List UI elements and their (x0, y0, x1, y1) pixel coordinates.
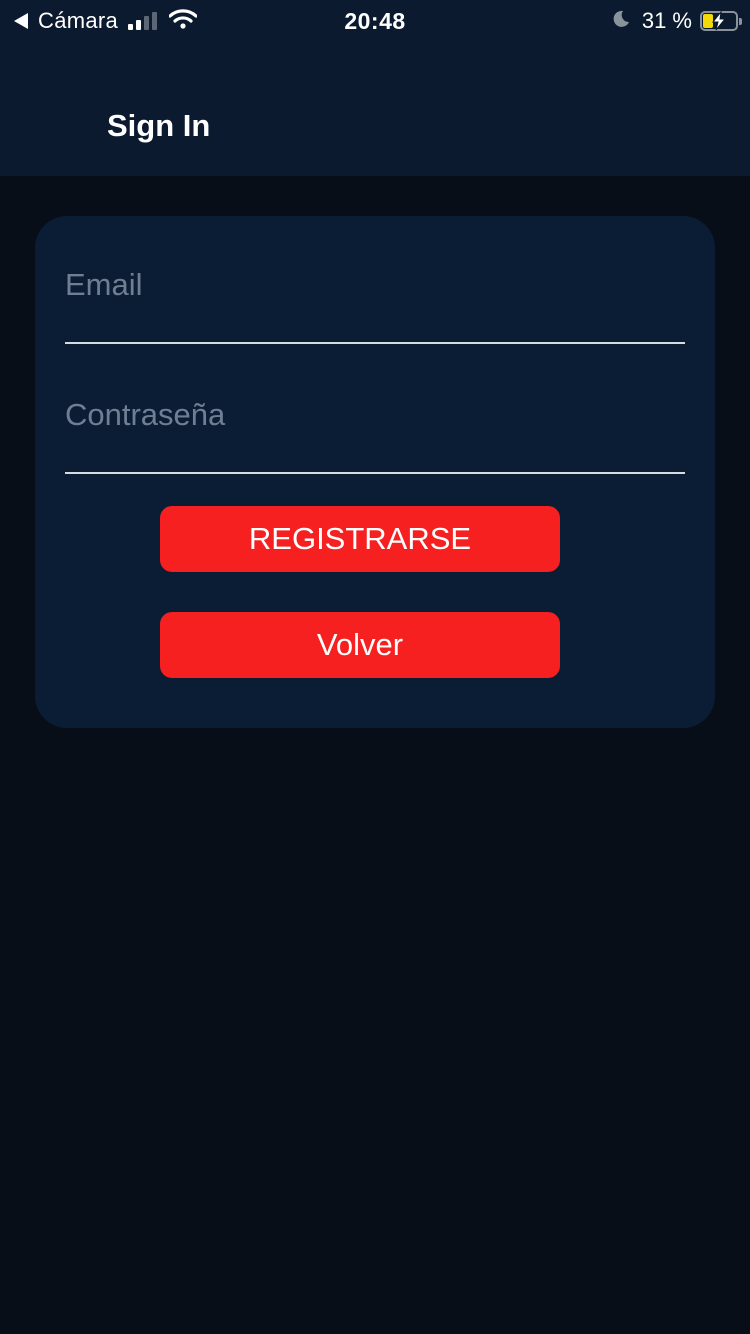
register-button[interactable]: REGISTRARSE (160, 506, 560, 572)
status-right: 31 % (612, 6, 742, 36)
password-input[interactable] (65, 394, 685, 472)
top-bar: Cámara 20:48 31 % Sign In (0, 0, 750, 176)
status-bar: Cámara 20:48 31 % (0, 0, 750, 42)
moon-icon (612, 10, 630, 33)
battery-charging-icon (700, 11, 742, 31)
password-field-container (65, 394, 685, 474)
sign-in-card: REGISTRARSE Volver (35, 216, 715, 728)
email-input[interactable] (65, 264, 685, 342)
back-button[interactable]: Volver (160, 612, 560, 678)
page-title: Sign In (107, 108, 211, 143)
battery-percent: 31 % (641, 8, 692, 33)
sign-in-screen: Cámara 20:48 31 % Sign In Email REGISTRA… (0, 0, 750, 1334)
email-field-container (65, 264, 685, 344)
